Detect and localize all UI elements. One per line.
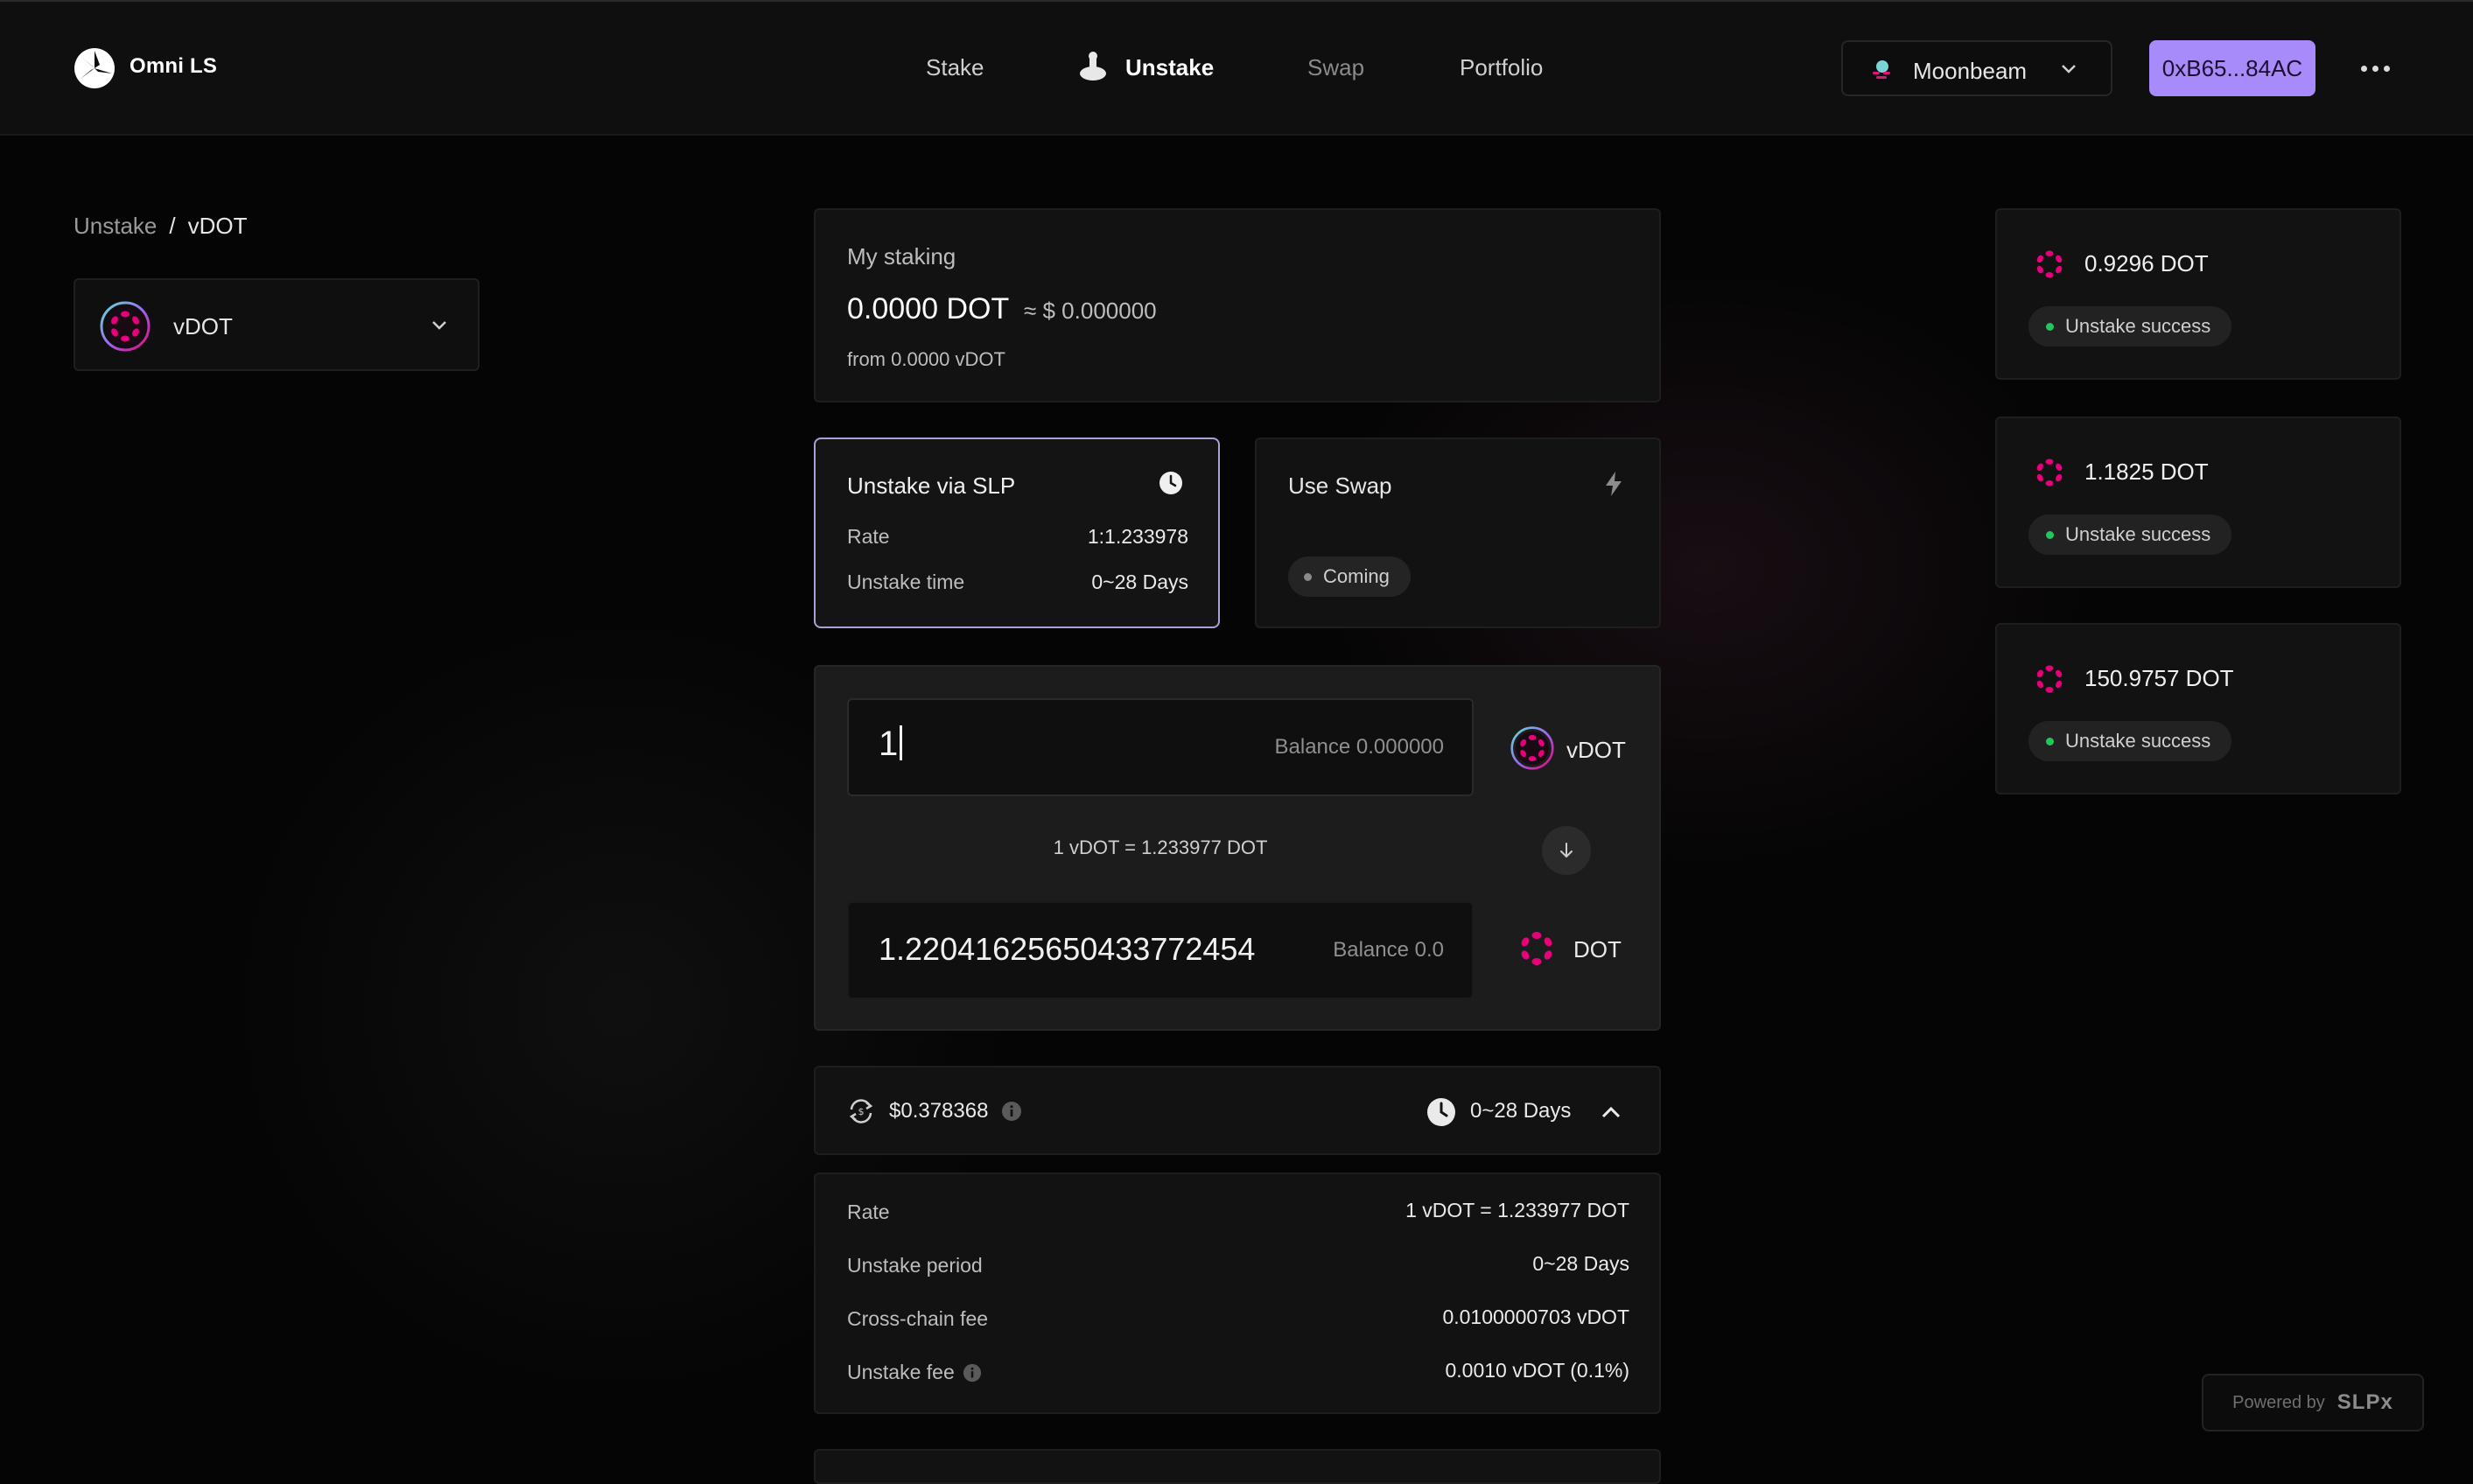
token-selector-label: vDOT bbox=[173, 313, 233, 340]
status-badge: Unstake success bbox=[2028, 721, 2232, 761]
input-balance: Balance 0.000000 bbox=[1274, 735, 1445, 759]
more-menu-icon[interactable] bbox=[2356, 52, 2394, 84]
detail-label: Rate bbox=[847, 1200, 890, 1223]
nav-portfolio[interactable]: Portfolio bbox=[1460, 54, 1543, 81]
moonbeam-icon bbox=[1873, 60, 1890, 79]
input-token-label: vDOT bbox=[1566, 737, 1626, 763]
receive-amount-output: 1.22041625650433772454 Balance 0.0 bbox=[847, 901, 1474, 999]
clock-icon bbox=[1159, 472, 1182, 494]
arrow-down-icon bbox=[1560, 843, 1573, 858]
history-item[interactable]: 150.9757 DOT Unstake success bbox=[1995, 623, 2401, 794]
input-value: 1 bbox=[879, 724, 903, 764]
summary-period: 0~28 Days bbox=[1470, 1099, 1572, 1123]
dot-token-icon bbox=[2036, 458, 2063, 486]
wallet-address-button[interactable]: 0xB65...84AC bbox=[2149, 40, 2315, 96]
coming-badge: Coming bbox=[1288, 556, 1411, 597]
chevron-up-icon[interactable] bbox=[1600, 1102, 1622, 1122]
info-icon[interactable] bbox=[1001, 1101, 1022, 1122]
detail-label: Unstake fee bbox=[847, 1361, 955, 1383]
detail-value: 0~28 Days bbox=[1532, 1252, 1629, 1275]
my-staking-card: My staking 0.0000 DOT ≈ $ 0.000000 from … bbox=[814, 208, 1661, 402]
nav-swap[interactable]: Swap bbox=[1307, 54, 1364, 81]
slp-time-label: Unstake time bbox=[847, 570, 965, 593]
breadcrumb-separator: / bbox=[169, 213, 176, 239]
conversion-rate: 1 vDOT = 1.233977 DOT bbox=[1053, 836, 1268, 858]
next-card-partial bbox=[814, 1449, 1661, 1484]
omni-logo-icon[interactable] bbox=[74, 47, 116, 89]
chevron-down-icon bbox=[432, 321, 446, 330]
my-staking-amount: 0.0000 DOT bbox=[847, 292, 1010, 326]
powered-by-slpx[interactable]: Powered by SLPx bbox=[2202, 1374, 2424, 1432]
output-balance: Balance 0.0 bbox=[1333, 938, 1444, 962]
unstake-amount-input[interactable]: 1 Balance 0.000000 bbox=[847, 698, 1474, 796]
lightning-icon bbox=[1606, 472, 1622, 496]
output-token-label: DOT bbox=[1573, 936, 1622, 962]
my-staking-title: My staking bbox=[847, 243, 956, 270]
unstake-details-card: Rate 1 vDOT = 1.233977 DOT Unstake perio… bbox=[814, 1172, 1661, 1414]
detail-label: Cross-chain fee bbox=[847, 1307, 989, 1330]
history-item[interactable]: 1.1825 DOT Unstake success bbox=[1995, 416, 2401, 588]
history-amount: 150.9757 DOT bbox=[2084, 665, 2234, 691]
detail-label: Unstake period bbox=[847, 1254, 983, 1277]
nav-unstake[interactable]: Unstake bbox=[1125, 54, 1214, 81]
detail-value: 0.0100000703 vDOT bbox=[1442, 1306, 1629, 1328]
info-icon[interactable] bbox=[963, 1363, 982, 1382]
network-selector[interactable]: Moonbeam bbox=[1841, 40, 2112, 96]
detail-value: 0.0010 vDOT (0.1%) bbox=[1445, 1359, 1629, 1382]
clock-icon bbox=[1427, 1098, 1455, 1126]
dot-token-icon bbox=[2036, 665, 2063, 693]
history-amount: 1.1825 DOT bbox=[2084, 458, 2209, 485]
swap-direction-button[interactable] bbox=[1542, 826, 1591, 875]
powered-by-text: Powered by bbox=[2232, 1392, 2325, 1412]
slp-title: Unstake via SLP bbox=[847, 472, 1016, 499]
my-staking-from: from 0.0000 vDOT bbox=[847, 348, 1005, 370]
brand-name[interactable]: Omni LS bbox=[130, 54, 217, 79]
unstake-convert-panel: 1 Balance 0.000000 vDOT 1 vDOT = 1.23397… bbox=[814, 665, 1661, 1031]
slp-rate-label: Rate bbox=[847, 525, 890, 548]
status-badge: Unstake success bbox=[2028, 514, 2232, 555]
dot-token-icon bbox=[2036, 250, 2063, 278]
nav-stake[interactable]: Stake bbox=[926, 54, 984, 81]
breadcrumb-parent-link[interactable]: Unstake bbox=[74, 213, 157, 239]
use-swap-option[interactable]: Use Swap Coming bbox=[1255, 438, 1661, 628]
chevron-down-icon bbox=[2062, 65, 2076, 74]
token-selector[interactable]: vDOT bbox=[74, 278, 480, 371]
unstake-summary-bar[interactable]: $ $0.378368 0~28 Days bbox=[814, 1066, 1661, 1155]
slp-time-value: 0~28 Days bbox=[1091, 570, 1188, 593]
detail-value: 1 vDOT = 1.233977 DOT bbox=[1405, 1199, 1629, 1222]
exchange-icon: $ bbox=[849, 1099, 873, 1124]
unstake-nav-icon[interactable] bbox=[1078, 51, 1108, 82]
output-value: 1.22041625650433772454 bbox=[879, 931, 1256, 967]
vdot-token-icon bbox=[100, 301, 151, 352]
breadcrumb-current: vDOT bbox=[187, 213, 248, 239]
status-badge: Unstake success bbox=[2028, 306, 2232, 346]
slpx-logo: SLPx bbox=[2336, 1390, 2393, 1414]
unstake-via-slp-option[interactable]: Unstake via SLP Rate 1:1.233978 Unstake … bbox=[814, 438, 1220, 628]
vdot-token-icon bbox=[1510, 726, 1554, 770]
svg-text:$: $ bbox=[858, 1106, 865, 1117]
dot-token-icon bbox=[1521, 932, 1552, 965]
swap-title: Use Swap bbox=[1288, 472, 1392, 499]
network-label: Moonbeam bbox=[1913, 58, 2028, 84]
my-staking-usd: ≈ $ 0.000000 bbox=[1024, 298, 1157, 324]
history-amount: 0.9296 DOT bbox=[2084, 250, 2209, 276]
slp-rate-value: 1:1.233978 bbox=[1087, 525, 1188, 548]
breadcrumb: Unstake / vDOT bbox=[74, 213, 248, 240]
history-item[interactable]: 0.9296 DOT Unstake success bbox=[1995, 208, 2401, 380]
summary-usd-value: $0.378368 bbox=[889, 1099, 989, 1123]
